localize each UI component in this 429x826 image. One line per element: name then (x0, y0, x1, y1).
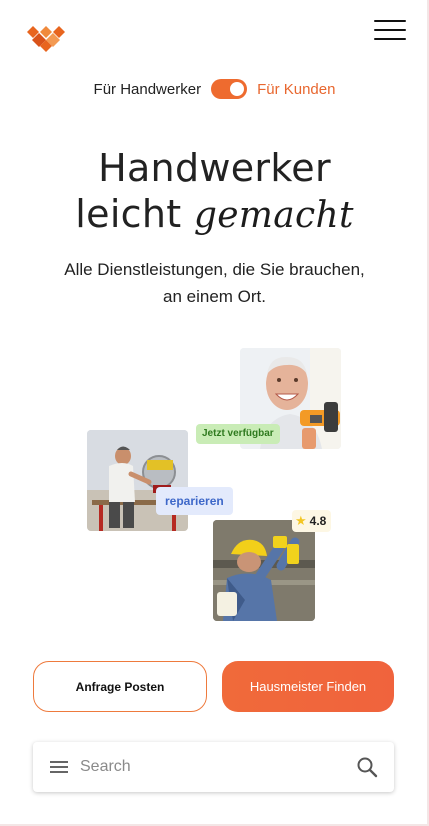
rating-badge: ★ 4.8 (292, 510, 332, 532)
find-caretaker-button[interactable]: Hausmeister Finden (222, 661, 394, 712)
worker-photo-saw (87, 430, 188, 531)
availability-badge: Jetzt verfügbar (196, 424, 280, 444)
hero-title: Handwerker leicht gemacht (0, 145, 429, 239)
repair-badge: reparieren (156, 487, 233, 515)
logo-icon[interactable] (26, 24, 68, 52)
toggle-label-customers[interactable]: Für Kunden (257, 81, 335, 98)
audience-toggle-row: Für Handwerker Für Kunden (0, 79, 429, 99)
toggle-label-craftsmen[interactable]: Für Handwerker (94, 81, 202, 98)
hero-title-script: gemacht (193, 195, 354, 236)
hero-subtitle: Alle Dienstleistungen, die Sie brauchen,… (64, 260, 365, 306)
search-bar (33, 742, 394, 792)
search-input[interactable] (80, 758, 356, 776)
worker-photo-drill (213, 520, 315, 621)
switch-knob (230, 82, 245, 96)
hamburger-icon[interactable] (50, 758, 68, 776)
hero-title-line2: leicht (75, 192, 182, 236)
hamburger-menu-icon[interactable] (374, 20, 406, 44)
audience-switch[interactable] (211, 79, 248, 99)
app-frame: Für Handwerker Für Kunden Handwerker lei… (0, 0, 429, 826)
post-request-button[interactable]: Anfrage Posten (33, 661, 207, 712)
star-icon: ★ (295, 513, 307, 528)
rating-value: 4.8 (309, 514, 327, 528)
magnifier-icon[interactable] (356, 756, 378, 778)
hero-title-line1: Handwerker (98, 146, 331, 190)
